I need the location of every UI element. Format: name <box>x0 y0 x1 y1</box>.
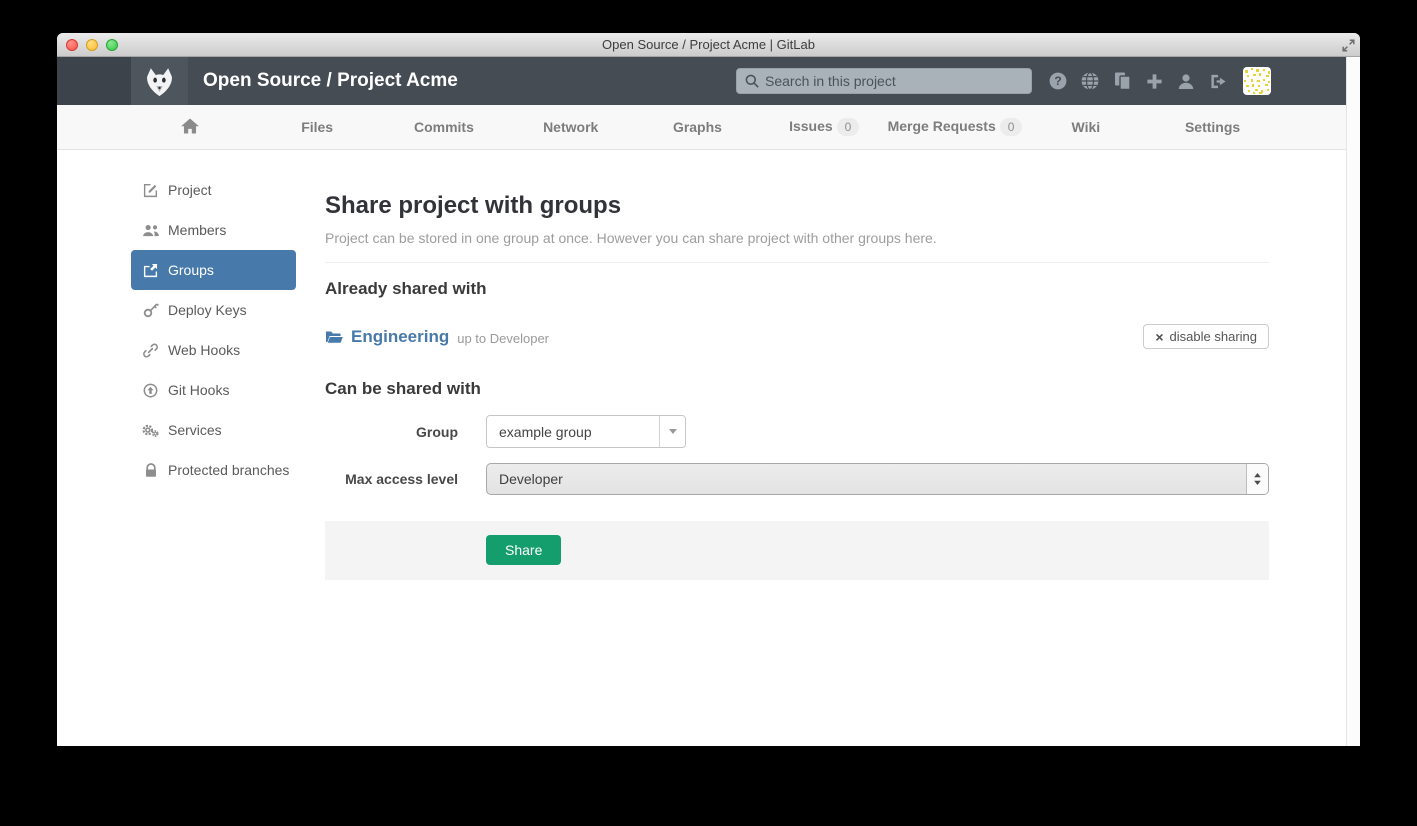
lock-icon <box>142 463 159 478</box>
gitlab-logo[interactable] <box>131 57 188 105</box>
sidebar-item-web-hooks[interactable]: Web Hooks <box>131 330 296 370</box>
link-icon <box>142 343 159 358</box>
sidebar-item-git-hooks[interactable]: Git Hooks <box>131 370 296 410</box>
sidebar-item-services[interactable]: Services <box>131 410 296 450</box>
nav-tab-network[interactable]: Network <box>507 119 634 135</box>
share-square-icon <box>142 263 159 278</box>
sidebar-item-members[interactable]: Members <box>131 210 296 250</box>
shared-group-link[interactable]: Engineering <box>325 327 449 347</box>
main-content: Share project with groups Project can be… <box>296 150 1346 746</box>
sidebar-item-protected-branches[interactable]: Protected branches <box>131 450 296 490</box>
sign-out-icon[interactable] <box>1209 72 1227 90</box>
group-select-value: example group <box>487 424 659 440</box>
group-select-dropdown[interactable]: example group <box>486 415 686 448</box>
nav-tab-label: Wiki <box>1071 119 1100 135</box>
sidebar-item-label: Git Hooks <box>168 382 229 398</box>
user-avatar[interactable] <box>1243 67 1271 95</box>
sidebar-item-label: Services <box>168 422 222 438</box>
sidebar-item-label: Project <box>168 182 212 198</box>
nav-tab-commits[interactable]: Commits <box>381 119 508 135</box>
merge-requests-count-badge: 0 <box>1000 118 1023 136</box>
shared-access-note: up to Developer <box>457 331 549 346</box>
sidebar-item-label: Deploy Keys <box>168 302 247 318</box>
share-form: Group example group <box>325 415 1269 580</box>
nav-tab-issues[interactable]: Issues0 <box>761 118 888 136</box>
share-button[interactable]: Share <box>486 535 561 565</box>
times-icon: × <box>1155 330 1163 344</box>
sidebar-item-deploy-keys[interactable]: Deploy Keys <box>131 290 296 330</box>
form-actions: Share <box>325 521 1269 580</box>
nav-tab-label: Graphs <box>673 119 722 135</box>
users-icon <box>142 224 159 237</box>
search-box[interactable] <box>736 68 1032 94</box>
nav-tab-label: Settings <box>1185 119 1240 135</box>
sidebar-item-label: Web Hooks <box>168 342 240 358</box>
sidebar-item-label: Groups <box>168 262 214 278</box>
globe-icon[interactable] <box>1081 72 1099 90</box>
page-title: Share project with groups <box>325 192 1269 220</box>
copy-icon[interactable] <box>1113 72 1131 90</box>
window-title: Open Source / Project Acme | GitLab <box>57 37 1360 52</box>
disable-sharing-button[interactable]: × disable sharing <box>1143 324 1269 349</box>
max-access-level-label: Max access level <box>325 471 458 487</box>
close-window-button[interactable] <box>66 39 78 51</box>
cogs-icon <box>142 423 159 438</box>
already-shared-heading: Already shared with <box>325 279 1269 299</box>
key-icon <box>142 302 159 318</box>
minimize-window-button[interactable] <box>86 39 98 51</box>
resize-icon[interactable] <box>1341 38 1355 52</box>
nav-tab-label: Merge Requests <box>888 118 996 134</box>
can-be-shared-heading: Can be shared with <box>325 379 1269 399</box>
nav-tab-graphs[interactable]: Graphs <box>634 119 761 135</box>
sidebar-item-label: Members <box>168 222 226 238</box>
search-icon <box>745 74 759 88</box>
settings-sidebar: Project Members <box>57 150 296 746</box>
max-access-level-value: Developer <box>487 471 1246 487</box>
desktop-background: Open Source / Project Acme | GitLab <box>0 0 1417 826</box>
divider <box>325 262 1269 263</box>
nav-tab-merge-requests[interactable]: Merge Requests0 <box>888 118 1023 136</box>
identicon-avatar-image <box>1243 67 1271 95</box>
group-label: Group <box>325 424 458 440</box>
nav-tab-home[interactable] <box>127 118 254 137</box>
nav-tab-label: Issues <box>789 118 833 134</box>
svg-text:?: ? <box>1054 74 1061 88</box>
shared-group-name: Engineering <box>351 327 449 347</box>
browser-scrollbar[interactable] <box>1346 57 1360 746</box>
browser-window: Open Source / Project Acme | GitLab <box>57 33 1360 746</box>
sidebar-item-label: Protected branches <box>168 462 289 478</box>
sidebar-item-groups[interactable]: Groups <box>131 250 296 290</box>
nav-tab-label: Files <box>301 119 333 135</box>
arrow-circle-up-icon <box>142 383 159 398</box>
chevron-down-icon <box>659 416 685 447</box>
header-icon-row: ? <box>1049 72 1227 90</box>
gitlab-fox-logo-icon <box>143 66 176 97</box>
select-spinner-icon <box>1246 464 1268 494</box>
issues-count-badge: 0 <box>837 118 860 136</box>
project-breadcrumb-title: Open Source / Project Acme <box>203 70 458 92</box>
nav-tab-wiki[interactable]: Wiki <box>1022 119 1149 135</box>
max-access-level-select[interactable]: Developer <box>486 463 1269 495</box>
nav-tab-settings[interactable]: Settings <box>1149 119 1276 135</box>
plus-icon[interactable] <box>1145 72 1163 90</box>
app-header: Open Source / Project Acme ? <box>57 57 1346 105</box>
nav-tab-label: Network <box>543 119 598 135</box>
nav-tab-files[interactable]: Files <box>254 119 381 135</box>
sidebar-item-project[interactable]: Project <box>131 170 296 210</box>
nav-tab-label: Commits <box>414 119 474 135</box>
pencil-square-icon <box>142 183 159 198</box>
project-nav: Files Commits Network Graphs Issues0 Mer… <box>57 105 1346 150</box>
traffic-lights <box>66 39 118 51</box>
user-icon[interactable] <box>1177 72 1195 90</box>
page-subtitle: Project can be stored in one group at on… <box>325 230 1269 246</box>
folder-open-icon <box>325 330 343 344</box>
search-input[interactable] <box>765 73 1023 89</box>
zoom-window-button[interactable] <box>106 39 118 51</box>
help-icon[interactable]: ? <box>1049 72 1067 90</box>
disable-sharing-label: disable sharing <box>1170 329 1257 344</box>
window-titlebar: Open Source / Project Acme | GitLab <box>57 33 1360 57</box>
shared-group-row: Engineering up to Developer × disable sh… <box>325 324 1269 349</box>
home-icon <box>181 118 199 134</box>
